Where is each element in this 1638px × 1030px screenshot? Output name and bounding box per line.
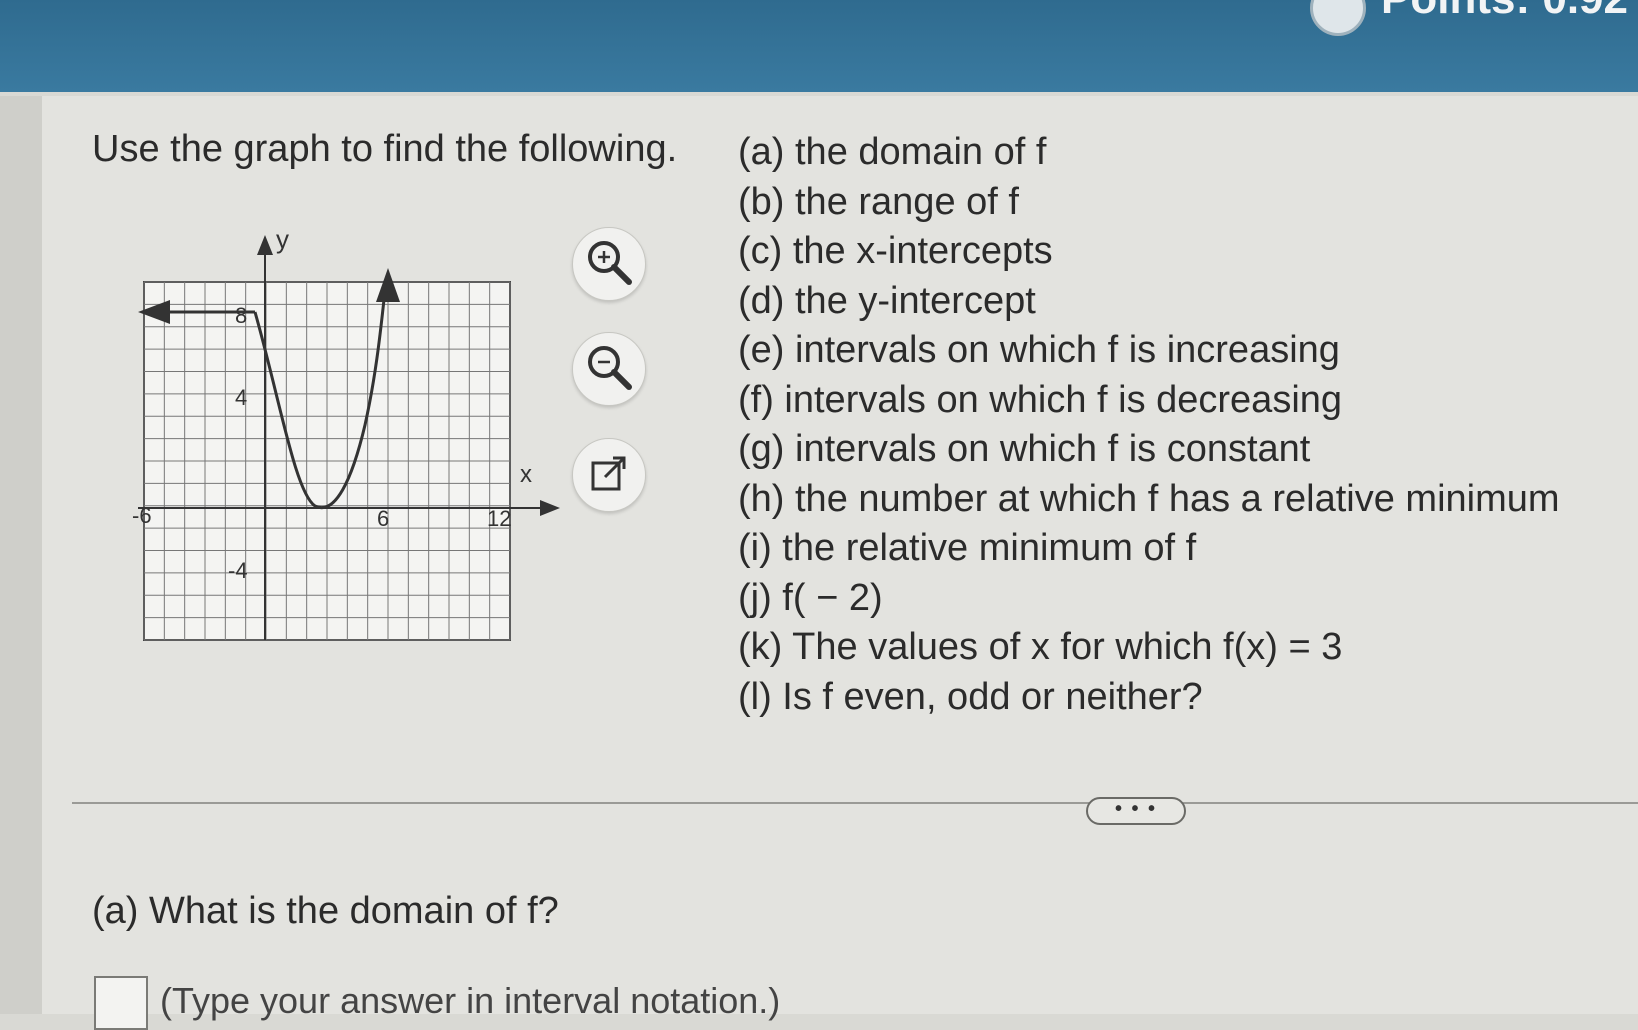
question-item: (e) intervals on which f is increasing xyxy=(738,329,1340,371)
y-axis-arrow-icon xyxy=(257,235,273,255)
popout-button[interactable] xyxy=(572,438,646,512)
y-tick-label: 8 xyxy=(235,303,247,328)
question-item: (k) The values of x for which f(x) = 3 xyxy=(738,626,1343,668)
function-graph: y x -6 6 12 8 4 -4 xyxy=(120,220,580,655)
answer-hint: (Type your answer in interval notation.) xyxy=(160,980,781,1021)
section-divider xyxy=(72,802,1638,804)
question-list: (a) the domain of f (b) the range of f (… xyxy=(738,128,1560,722)
zoom-in-button[interactable] xyxy=(572,227,646,301)
x-axis-label: x xyxy=(520,461,532,488)
question-item: (b) the range of f xyxy=(738,180,1019,223)
y-axis-label: y xyxy=(276,224,289,254)
external-link-icon xyxy=(591,456,626,491)
zoom-out-button[interactable] xyxy=(572,332,646,406)
check-badge-icon xyxy=(1310,0,1366,36)
more-options-button[interactable]: • • • xyxy=(1086,797,1186,825)
x-tick-label: 6 xyxy=(377,506,389,531)
question-item: (h) the number at which f has a relative… xyxy=(738,477,1560,520)
question-item: (d) the y-intercept xyxy=(738,279,1036,322)
grid xyxy=(143,281,511,641)
question-item: (c) the x-intercepts xyxy=(738,230,1053,272)
graph-svg: y x -6 6 12 8 4 -4 xyxy=(132,224,560,641)
x-tick-label: 12 xyxy=(487,506,511,531)
x-tick-label: -6 xyxy=(132,503,152,528)
zoom-in-icon xyxy=(588,241,632,285)
question-item: (l) Is f even, odd or neither? xyxy=(738,675,1203,718)
zoom-out-icon xyxy=(588,346,632,390)
y-tick-label: -4 xyxy=(228,558,248,583)
question-item: (a) the domain of f xyxy=(738,131,1047,173)
problem-intro: Use the graph to find the following. xyxy=(92,128,678,170)
top-bar: Points: 0.92 xyxy=(0,0,1638,92)
points-label: Points: 0.92 xyxy=(1381,0,1628,24)
question-item: (g) intervals on which f is constant xyxy=(738,428,1311,470)
x-axis-arrow-icon xyxy=(540,500,560,516)
answer-input-box[interactable] xyxy=(94,976,148,1030)
question-item: (j) f( − 2) xyxy=(738,576,883,619)
question-item: (f) intervals on which f is decreasing xyxy=(738,378,1343,421)
part-a-question: (a) What is the domain of f? xyxy=(92,890,559,932)
left-strip xyxy=(0,96,42,1014)
question-item: (i) the relative minimum of f xyxy=(738,527,1197,569)
y-tick-label: 4 xyxy=(235,385,247,410)
